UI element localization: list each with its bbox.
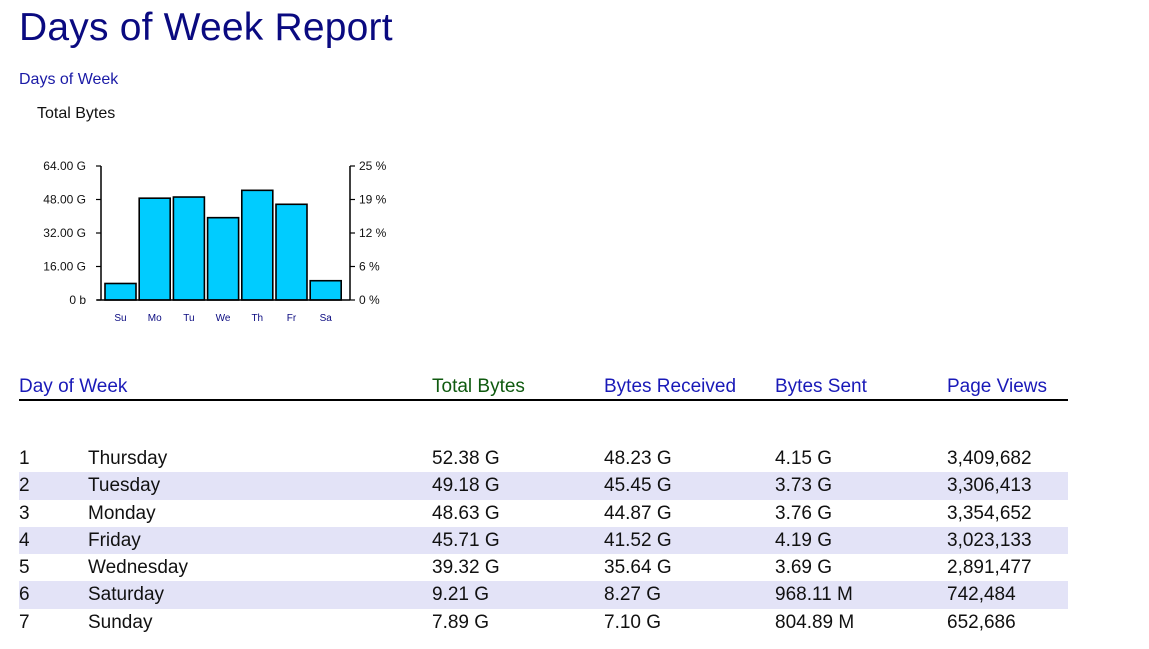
header-page-views[interactable]: Page Views	[947, 376, 1047, 398]
bytes-sent-cell: 4.15 G	[775, 448, 833, 469]
page-title: Days of Week Report	[19, 6, 393, 49]
bytes-sent-cell: 3.73 G	[775, 475, 833, 497]
x-tick-label: Th	[251, 313, 263, 324]
y-tick-label-right: 25 %	[359, 159, 387, 173]
x-tick-label: Mo	[148, 313, 162, 324]
bytes-received-cell: 8.27 G	[604, 584, 662, 606]
bytes-received-cell: 41.52 G	[604, 529, 672, 551]
bytes-received-cell: 45.45 G	[604, 475, 672, 497]
y-tick-label-right: 0 %	[359, 293, 380, 307]
bytes-sent-cell: 4.19 G	[775, 529, 833, 551]
page-views-cell: 2,891,477	[947, 557, 1032, 579]
day-cell: Tuesday	[88, 475, 161, 497]
total-bytes-cell: 48.63 G	[432, 502, 500, 524]
bytes-received-cell: 44.87 G	[604, 502, 672, 524]
total-bytes-cell: 9.21 G	[432, 584, 490, 606]
table-row: 7 Sunday 7.89 G 7.10 G 804.89 M 652,686	[19, 609, 1068, 636]
bytes-received-cell: 48.23 G	[604, 448, 672, 469]
rank-cell: 6	[19, 584, 30, 606]
day-cell: Sunday	[88, 611, 153, 633]
day-cell: Thursday	[88, 448, 168, 469]
bytes-sent-cell: 3.76 G	[775, 502, 833, 524]
bytes-sent-cell: 804.89 M	[775, 611, 855, 633]
x-tick-label: We	[216, 313, 231, 324]
bytes-received-cell: 7.10 G	[604, 611, 662, 633]
total-bytes-cell: 45.71 G	[432, 529, 500, 551]
bytes-sent-cell: 3.69 G	[775, 557, 833, 579]
bar-mo	[138, 197, 171, 301]
chart-title: Total Bytes	[37, 105, 116, 122]
y-tick-label-right: 6 %	[359, 260, 380, 274]
total-bytes-cell: 52.38 G	[432, 448, 500, 469]
table-row: 6 Saturday 9.21 G 8.27 G 968.11 M 742,48…	[19, 581, 1068, 609]
page-views-cell: 652,686	[947, 611, 1016, 633]
day-cell: Monday	[88, 502, 156, 524]
table-row: 4 Friday 45.71 G 41.52 G 4.19 G 3,023,13…	[19, 526, 1068, 555]
page-views-cell: 3,354,652	[947, 502, 1032, 524]
rank-cell: 2	[19, 475, 30, 497]
page-views-cell: 3,306,413	[947, 475, 1032, 497]
bar-sa	[309, 279, 343, 301]
rank-cell: 4	[19, 529, 30, 551]
rank-cell: 1	[19, 448, 30, 469]
bytes-received-cell: 35.64 G	[604, 557, 672, 579]
rank-cell: 5	[19, 557, 30, 579]
total-bytes-chart: 0 b 0 % 16.00 G 6 % 32.00 G 12 % 48.00 G 19 % 64…	[43, 159, 387, 324]
rank-cell: 7	[19, 611, 30, 633]
y-tick-label-left: 32.00 G	[43, 226, 86, 240]
x-tick-label: Su	[114, 313, 126, 324]
day-cell: Friday	[88, 529, 141, 551]
header-day-of-week[interactable]: Day of Week	[19, 376, 127, 398]
total-bytes-cell: 49.18 G	[432, 475, 500, 497]
x-tick-label: Tu	[183, 313, 194, 324]
table-row: 3 Monday 48.63 G 44.87 G 3.76 G 3,354,65…	[19, 500, 1068, 527]
x-tick-label: Fr	[287, 313, 297, 324]
y-tick-label-left: 16.00 G	[43, 260, 86, 274]
y-tick-label-right: 12 %	[359, 226, 387, 240]
table-row: 1 Thursday 52.38 G 48.23 G 4.15 G 3,409,…	[19, 445, 1068, 472]
page-views-cell: 742,484	[947, 584, 1016, 606]
page-views-cell: 3,409,682	[947, 448, 1032, 469]
y-tick-label-left: 48.00 G	[43, 193, 86, 207]
day-cell: Saturday	[88, 584, 165, 606]
y-tick-label-right: 19 %	[359, 193, 387, 207]
header-bytes-received[interactable]: Bytes Received	[604, 376, 736, 398]
y-tick-label-left: 64.00 G	[43, 159, 86, 173]
bytes-sent-cell: 968.11 M	[775, 584, 853, 606]
bar-su	[104, 282, 137, 301]
day-cell: Wednesday	[88, 557, 188, 579]
x-tick-label: Sa	[320, 313, 333, 324]
total-bytes-cell: 7.89 G	[432, 611, 490, 633]
page-views-cell: 3,023,133	[947, 529, 1032, 551]
rank-cell: 3	[19, 502, 30, 524]
header-bytes-sent[interactable]: Bytes Sent	[775, 376, 867, 398]
table-header: Day of Week Total Bytes Bytes Received B…	[19, 376, 1068, 401]
days-of-week-link[interactable]: Days of Week	[19, 71, 118, 89]
bar-th	[241, 189, 274, 301]
table-row: 2 Tuesday 49.18 G 45.45 G 3.73 G 3,306,4…	[19, 472, 1068, 500]
table-row: 5 Wednesday 39.32 G 35.64 G 3.69 G 2,891…	[19, 554, 1068, 581]
bar-we	[206, 216, 240, 301]
bar-fr	[275, 203, 308, 301]
table-body: 1 Thursday 52.38 G 48.23 G 4.15 G 3,409,…	[19, 445, 1068, 636]
header-total-bytes[interactable]: Total Bytes	[432, 376, 525, 398]
total-bytes-cell: 39.32 G	[432, 557, 500, 579]
bar-tu	[172, 196, 206, 301]
y-tick-label-left: 0 b	[69, 293, 86, 307]
